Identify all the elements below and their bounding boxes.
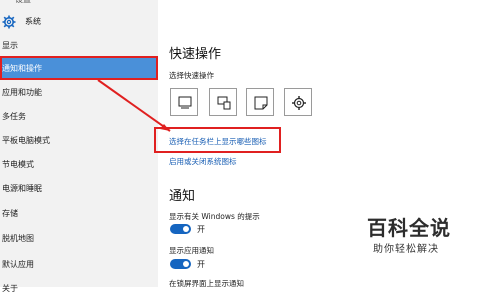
quick-action-tablet-mode[interactable] <box>170 88 198 116</box>
sidebar-item-tablet-mode[interactable]: 平板电脑模式 <box>0 130 158 152</box>
sidebar-item-default-apps[interactable]: 默认应用 <box>0 254 158 276</box>
sidebar-item-storage[interactable]: 存储 <box>0 203 158 225</box>
quick-action-connect[interactable] <box>209 88 237 116</box>
lockscreen-notifications-label: 在锁屏界面上显示通知 <box>169 279 244 288</box>
watermark-brand: 百科全说 <box>367 216 451 240</box>
watermark-tagline: 助你轻松解决 <box>373 244 439 255</box>
sidebar-item-battery-saver[interactable]: 节电模式 <box>0 154 158 176</box>
system-icons-link[interactable]: 启用或关闭系统图标 <box>169 156 237 167</box>
sidebar-item-offline-maps[interactable]: 脱机地图 <box>0 228 158 250</box>
sidebar-item-display[interactable]: 显示 <box>0 35 158 57</box>
settings-icon <box>292 96 306 110</box>
tablet-mode-icon <box>178 96 192 109</box>
sidebar-item-power-sleep[interactable]: 电源和睡眠 <box>0 178 158 200</box>
tips-label: 显示有关 Windows 的提示 <box>169 212 260 221</box>
taskbar-icons-link[interactable]: 选择在任务栏上显示哪些图标 <box>169 136 267 147</box>
note-icon <box>254 96 268 110</box>
tips-state: 开 <box>197 225 205 234</box>
connect-icon <box>217 96 231 110</box>
section-title: 系统 <box>25 17 41 26</box>
sidebar-item-about[interactable]: 关于 <box>0 278 158 300</box>
gear-icon <box>2 14 16 29</box>
sidebar-item-apps[interactable]: 应用和功能 <box>0 82 158 104</box>
app-notifications-label: 显示应用通知 <box>169 246 214 255</box>
notifications-title: 通知 <box>169 189 196 204</box>
quick-actions-title: 快速操作 <box>169 47 222 62</box>
sidebar-item-multitasking[interactable]: 多任务 <box>0 106 158 128</box>
sidebar: 设置 系统 显示 通知和操作 应用和功能 多任务 平板电脑模式 节电模式 电源和… <box>0 0 158 293</box>
app-notifications-state: 开 <box>197 260 205 269</box>
back-label[interactable]: 设置 <box>15 0 31 5</box>
quick-action-settings[interactable] <box>284 88 312 116</box>
app-notifications-toggle[interactable] <box>170 259 191 269</box>
tips-toggle[interactable] <box>170 224 191 234</box>
title-row: 设置 系统 <box>0 0 158 36</box>
sidebar-item-notifications[interactable]: 通知和操作 <box>0 58 158 80</box>
quick-action-note[interactable] <box>246 88 274 116</box>
quick-actions-subtitle: 选择快速操作 <box>169 71 214 80</box>
